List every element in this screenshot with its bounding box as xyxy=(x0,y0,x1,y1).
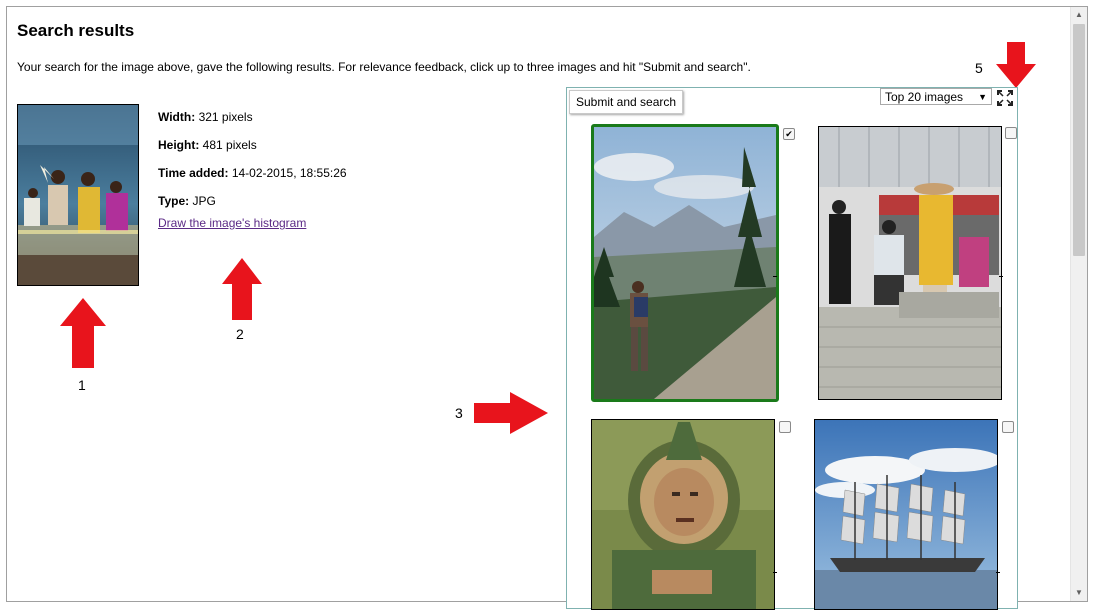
annotation-3: 3 xyxy=(455,405,463,421)
top-images-select[interactable]: Top 20 images ▼ xyxy=(880,88,992,105)
time-added-value: 14-02-2015, 18:55:26 xyxy=(231,166,347,180)
annotation-5: 5 xyxy=(975,60,983,76)
checkmark-icon: ✔ xyxy=(785,129,793,139)
chevron-down-icon: ▼ xyxy=(978,92,987,102)
query-image xyxy=(17,104,139,286)
width-row: Width: 321 pixels xyxy=(158,110,253,124)
scroll-thumb[interactable] xyxy=(1073,24,1085,256)
result-image-mountain-hiker[interactable] xyxy=(591,124,779,402)
arrow-down-icon xyxy=(996,42,1036,88)
scroll-up-icon[interactable]: ▲ xyxy=(1071,7,1087,23)
width-label: Width: xyxy=(158,110,196,124)
height-label: Height: xyxy=(158,138,200,152)
type-value: JPG xyxy=(192,194,216,208)
type-row: Type: JPG xyxy=(158,194,216,208)
result-image-street-monk[interactable] xyxy=(818,126,1002,400)
arrow-right-icon xyxy=(474,392,548,434)
tick-mark xyxy=(996,572,1000,573)
width-value: 321 pixels xyxy=(198,110,253,124)
type-label: Type: xyxy=(158,194,190,208)
annotation-1: 1 xyxy=(78,377,86,393)
tick-mark xyxy=(773,276,777,277)
height-row: Height: 481 pixels xyxy=(158,138,257,152)
result-checkbox-2[interactable] xyxy=(1005,127,1017,139)
histogram-link[interactable]: Draw the image's histogram xyxy=(158,216,306,230)
result-image-hooded-man[interactable] xyxy=(591,419,775,610)
results-panel: Submit and search Top 20 images ▼ ✔ xyxy=(566,87,1018,610)
time-added-row: Time added: 14-02-2015, 18:55:26 xyxy=(158,166,347,180)
submit-and-search-button[interactable]: Submit and search xyxy=(569,90,684,114)
tick-mark xyxy=(773,572,777,573)
scroll-down-icon[interactable]: ▼ xyxy=(1071,585,1087,601)
fullscreen-icon[interactable] xyxy=(997,90,1013,106)
result-checkbox-4[interactable] xyxy=(1002,421,1014,433)
top-images-select-value: Top 20 images xyxy=(885,90,964,104)
page-title: Search results xyxy=(17,21,135,40)
time-added-label: Time added: xyxy=(158,166,229,180)
tick-mark xyxy=(999,276,1003,277)
arrow-up-icon xyxy=(60,298,106,368)
height-value: 481 pixels xyxy=(202,138,257,152)
result-image-tall-ship[interactable] xyxy=(814,419,998,610)
result-checkbox-3[interactable] xyxy=(779,421,791,433)
vertical-scrollbar[interactable]: ▲ ▼ xyxy=(1070,7,1087,601)
intro-text: Your search for the image above, gave th… xyxy=(17,60,751,74)
arrow-up-icon xyxy=(222,258,262,320)
annotation-2: 2 xyxy=(236,326,244,342)
result-checkbox-1[interactable]: ✔ xyxy=(783,128,795,140)
